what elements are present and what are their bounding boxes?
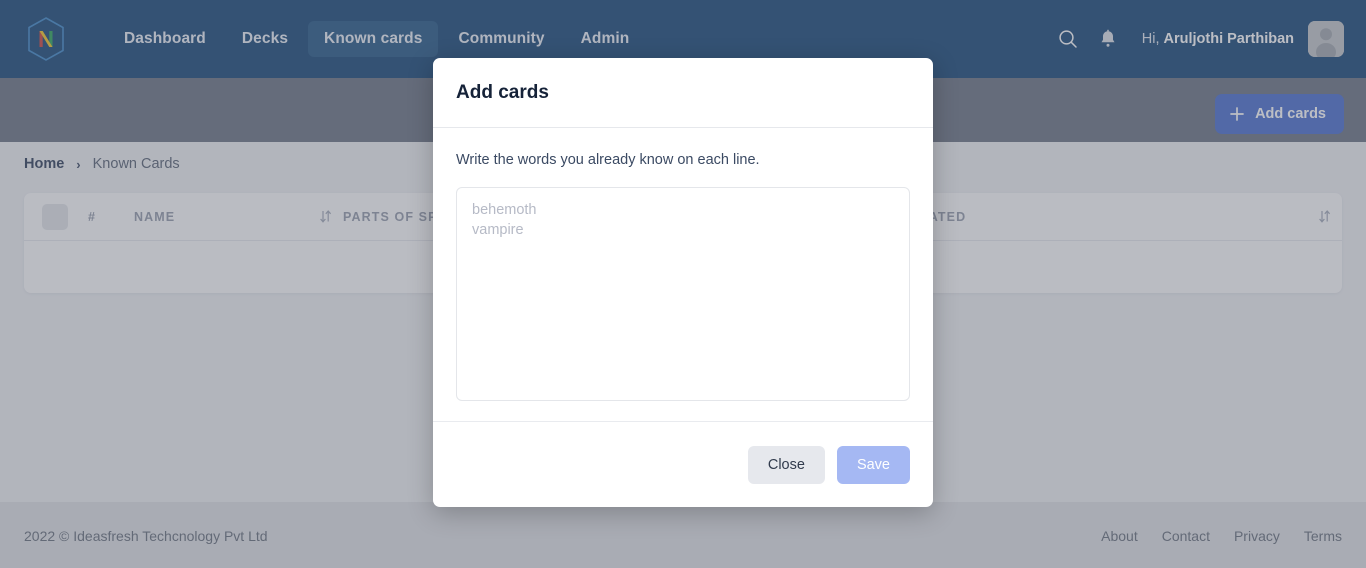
modal-body: Write the words you already know on each…: [433, 128, 933, 421]
modal-title: Add cards: [456, 81, 549, 103]
close-button[interactable]: Close: [747, 445, 825, 484]
modal-footer: Close Save: [433, 421, 933, 507]
known-words-textarea[interactable]: [456, 187, 910, 401]
add-cards-modal: Add cards Write the words you already kn…: [433, 58, 933, 507]
modal-header: Add cards: [433, 58, 933, 128]
save-button[interactable]: Save: [836, 445, 910, 484]
modal-hint-text: Write the words you already know on each…: [456, 152, 760, 168]
